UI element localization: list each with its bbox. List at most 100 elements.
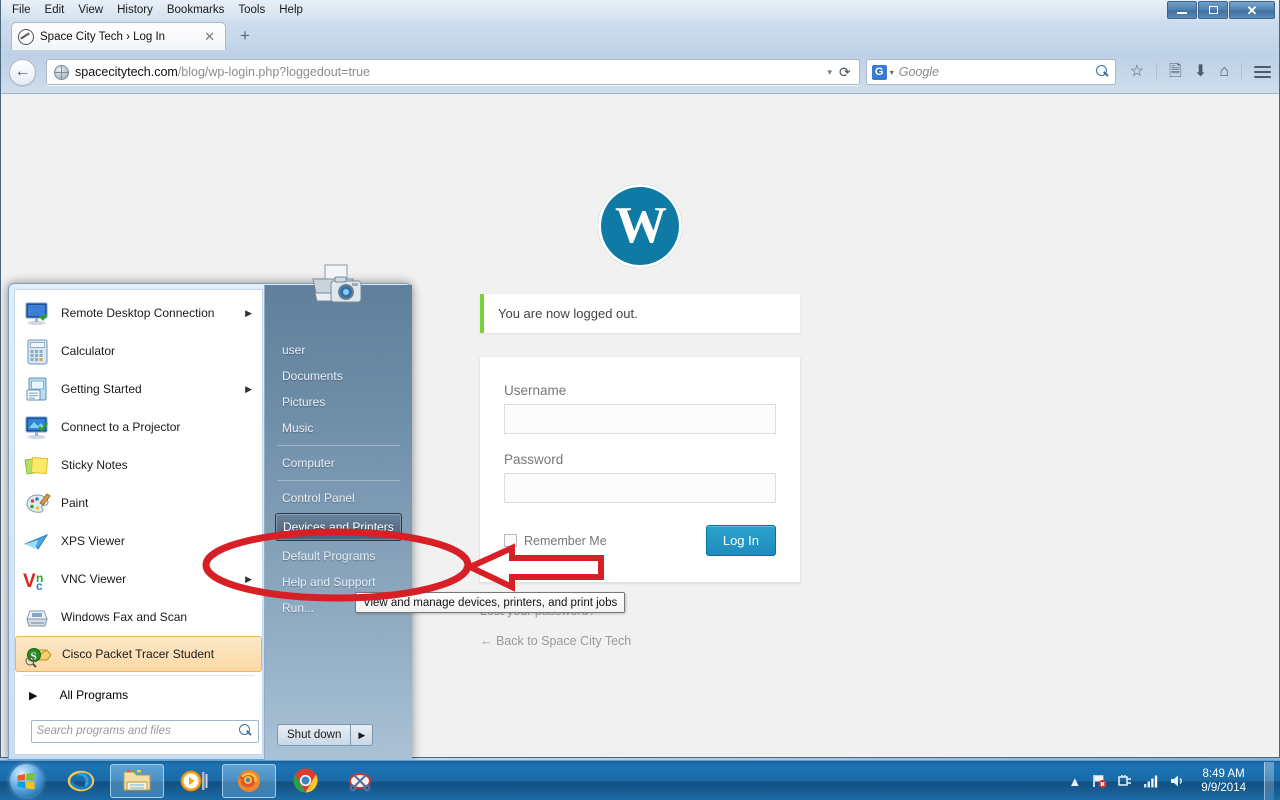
- show-hidden-icons-arrow[interactable]: ▲: [1068, 774, 1081, 789]
- minimize-button[interactable]: [1167, 1, 1197, 19]
- right-panel-divider-2: [277, 480, 400, 481]
- bookmark-star-icon[interactable]: ☆: [1130, 64, 1144, 80]
- remember-me-row[interactable]: Remember Me: [504, 534, 607, 548]
- tab-strip: Space City Tech › Log In ✕ +: [1, 20, 1279, 50]
- start-search-input[interactable]: Search programs and files: [30, 719, 259, 743]
- right-panel-divider: [277, 445, 400, 446]
- menu-view[interactable]: View: [71, 1, 110, 19]
- start-item-cisco-packet-tracer-student[interactable]: S Cisco Packet Tracer Student: [15, 636, 262, 672]
- restore-button[interactable]: [1198, 1, 1228, 19]
- chevron-down-icon[interactable]: ▾: [827, 67, 832, 78]
- log-in-button[interactable]: Log In: [705, 525, 776, 556]
- start-item-sticky-notes[interactable]: Sticky Notes: [15, 446, 262, 484]
- taskbar-internet-explorer[interactable]: [54, 764, 108, 798]
- show-desktop-button[interactable]: [1264, 762, 1274, 800]
- submenu-arrow-icon: ▶: [245, 573, 252, 584]
- globe-icon: [54, 64, 69, 80]
- volume-icon[interactable]: [1169, 774, 1185, 788]
- new-tab-button[interactable]: +: [233, 26, 257, 48]
- taskbar-windows-explorer[interactable]: [110, 763, 164, 798]
- shut-down-options-arrow-icon[interactable]: ▶: [351, 724, 374, 746]
- close-button[interactable]: ✕: [1229, 1, 1275, 19]
- back-to-site-link[interactable]: ← Back to Space City Tech: [480, 634, 800, 648]
- google-icon[interactable]: G: [871, 64, 887, 80]
- search-icon[interactable]: [238, 724, 253, 738]
- menu-bookmarks[interactable]: Bookmarks: [160, 1, 232, 19]
- start-item-remote-desktop-connection[interactable]: Remote Desktop Connection ▶: [15, 294, 262, 332]
- search-icon[interactable]: [1095, 65, 1110, 79]
- search-engine-chevron-icon[interactable]: ▾: [890, 68, 894, 77]
- password-label: Password: [504, 452, 564, 467]
- submenu-arrow-icon: ▶: [245, 383, 252, 394]
- start-item-label: Windows Fax and Scan: [61, 610, 188, 624]
- start-item-label: Getting Started: [61, 382, 142, 396]
- remote-desktop-icon: [23, 299, 52, 328]
- xps-viewer-icon: [23, 527, 52, 556]
- svg-text:V: V: [23, 571, 36, 592]
- taskbar-chrome[interactable]: [278, 764, 332, 798]
- taskbar-clock[interactable]: 8:49 AM 9/9/2014: [1195, 767, 1252, 795]
- remember-me-checkbox[interactable]: [504, 534, 517, 547]
- menu-tools[interactable]: Tools: [231, 1, 272, 19]
- reload-icon[interactable]: ⟳: [839, 64, 851, 81]
- back-button[interactable]: ←: [9, 58, 36, 86]
- start-search-placeholder: Search programs and files: [36, 725, 171, 737]
- right-item-default-programs[interactable]: Default Programs: [265, 543, 412, 569]
- tab-title: Space City Tech › Log In: [40, 30, 166, 43]
- right-item-devices-and-printers[interactable]: Devices and Printers: [275, 513, 402, 541]
- start-item-xps-viewer[interactable]: XPS Viewer: [15, 522, 262, 560]
- action-center-flag-icon[interactable]: [1091, 773, 1107, 789]
- tab-close-icon[interactable]: ✕: [200, 29, 219, 45]
- url-text: spacecitytech.com/blog/wp-login.php?logg…: [75, 65, 827, 79]
- address-bar[interactable]: spacecitytech.com/blog/wp-login.php?logg…: [46, 59, 860, 85]
- network-icon[interactable]: [1117, 773, 1133, 789]
- shutdown-controls: Shut down ▶: [277, 724, 374, 746]
- start-item-paint[interactable]: Paint: [15, 484, 262, 522]
- start-orb-icon: [9, 764, 43, 797]
- menu-help[interactable]: Help: [272, 1, 310, 19]
- taskbar-firefox[interactable]: [222, 763, 276, 798]
- downloads-icon[interactable]: ⬇: [1194, 64, 1207, 80]
- start-button[interactable]: [4, 763, 48, 799]
- password-input[interactable]: [504, 473, 776, 503]
- start-item-calculator[interactable]: Calculator: [15, 332, 262, 370]
- getting-started-icon: [23, 375, 52, 404]
- start-item-connect-to-a-projector[interactable]: Connect to a Projector: [15, 408, 262, 446]
- menu-icon[interactable]: [1254, 66, 1271, 78]
- taskbar: ▲ 8:49 AM 9/9/2014: [0, 760, 1280, 800]
- vnc-viewer-icon: Vnc: [23, 565, 52, 594]
- home-icon[interactable]: ⌂: [1219, 64, 1229, 80]
- start-menu-programs-panel: Remote Desktop Connection ▶ Calculator G…: [14, 289, 263, 755]
- username-input[interactable]: [504, 404, 776, 434]
- start-item-getting-started[interactable]: Getting Started ▶: [15, 370, 262, 408]
- reading-list-icon[interactable]: 🗎: [1169, 64, 1182, 80]
- sticky-notes-icon: [23, 451, 52, 480]
- username-label: Username: [504, 383, 567, 398]
- right-item-computer[interactable]: Computer: [265, 450, 412, 476]
- wordpress-logo-icon[interactable]: W: [598, 184, 682, 268]
- start-item-windows-fax-and-scan[interactable]: Windows Fax and Scan: [15, 598, 262, 636]
- svg-text:c: c: [36, 579, 43, 593]
- start-item-vnc-viewer[interactable]: Vnc VNC Viewer ▶: [15, 560, 262, 598]
- menu-file[interactable]: File: [5, 1, 38, 19]
- system-tray: ▲ 8:49 AM 9/9/2014: [1068, 761, 1280, 800]
- address-bar-actions: ▾ ⟳: [827, 64, 854, 81]
- right-item-pictures[interactable]: Pictures: [265, 389, 412, 415]
- taskbar-windows-media-player[interactable]: [166, 764, 220, 798]
- menu-history[interactable]: History: [110, 1, 160, 19]
- right-item-documents[interactable]: Documents: [265, 363, 412, 389]
- all-programs-button[interactable]: ▶ All Programs: [15, 679, 262, 711]
- start-menu-divider: [23, 675, 254, 676]
- menu-bar: File Edit View History Bookmarks Tools H…: [5, 0, 310, 20]
- right-item-user[interactable]: user: [265, 337, 412, 363]
- menu-edit[interactable]: Edit: [38, 1, 72, 19]
- url-path: /blog/wp-login.php?loggedout=true: [177, 65, 370, 79]
- shut-down-button[interactable]: Shut down: [277, 724, 352, 746]
- right-item-control-panel[interactable]: Control Panel: [265, 485, 412, 511]
- search-bar[interactable]: G ▾ Google: [865, 59, 1116, 85]
- signal-bars-icon[interactable]: [1143, 774, 1159, 788]
- tab-space-city-tech[interactable]: Space City Tech › Log In ✕: [11, 22, 226, 50]
- right-item-music[interactable]: Music: [265, 415, 412, 441]
- wordpress-logo-letter: W: [615, 197, 667, 254]
- taskbar-snipping-tool[interactable]: [334, 764, 388, 798]
